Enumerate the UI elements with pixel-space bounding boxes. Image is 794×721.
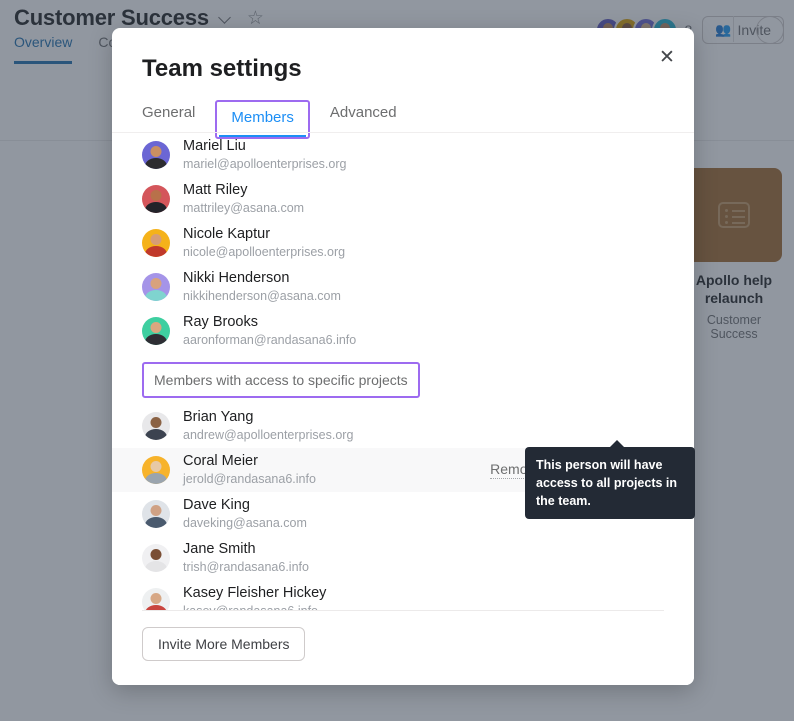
avatar [142, 229, 170, 257]
avatar-body [145, 202, 167, 213]
avatar-body [145, 473, 167, 484]
list-item[interactable]: Mariel Liu mariel@apolloenterprises.org [112, 133, 694, 177]
avatar-head [151, 549, 162, 560]
avatar-body [145, 517, 167, 528]
member-name: Nicole Kaptur [183, 225, 345, 243]
section-header-wrap: Members with access to specific projects [112, 362, 694, 398]
invite-more-members-button[interactable]: Invite More Members [142, 627, 305, 661]
list-item[interactable]: Matt Riley mattriley@asana.com [112, 177, 694, 221]
avatar [142, 141, 170, 169]
member-info: Brian Yang andrew@apolloenterprises.org [183, 408, 353, 444]
avatar [142, 456, 170, 484]
member-name: Matt Riley [183, 181, 304, 199]
list-item[interactable]: Nikki Henderson nikkihenderson@asana.com [112, 265, 694, 309]
member-email: aaronforman@randasana6.info [183, 332, 356, 349]
member-info: Nicole Kaptur nicole@apolloenterprises.o… [183, 225, 345, 261]
member-info: Ray Brooks aaronforman@randasana6.info [183, 313, 356, 349]
tooltip-grant-full-access: This person will have access to all proj… [525, 447, 695, 519]
avatar-head [151, 322, 162, 333]
member-email: daveking@asana.com [183, 515, 307, 532]
avatar [142, 317, 170, 345]
avatar-body [145, 561, 167, 572]
member-list: Mariel Liu mariel@apolloenterprises.org … [112, 133, 694, 652]
avatar [142, 544, 170, 572]
avatar-head [151, 234, 162, 245]
avatar-body [145, 429, 167, 440]
member-name: Nikki Henderson [183, 269, 341, 287]
avatar-body [145, 246, 167, 257]
avatar-head [151, 593, 162, 604]
avatar-head [151, 461, 162, 472]
member-email: andrew@apolloenterprises.org [183, 427, 353, 444]
member-info: Dave King daveking@asana.com [183, 496, 307, 532]
member-email: nicole@apolloenterprises.org [183, 244, 345, 261]
avatar-body [145, 334, 167, 345]
modal-title: Team settings [142, 55, 302, 83]
member-name: Jane Smith [183, 540, 309, 558]
avatar-head [151, 417, 162, 428]
member-email: mattriley@asana.com [183, 200, 304, 217]
member-email: mariel@apolloenterprises.org [183, 156, 346, 173]
member-name: Kasey Fleisher Hickey [183, 584, 326, 602]
avatar-head [151, 505, 162, 516]
member-email: jerold@randasana6.info [183, 471, 316, 488]
footer-divider [142, 610, 664, 611]
avatar-head [151, 278, 162, 289]
member-name: Brian Yang [183, 408, 353, 426]
member-name: Ray Brooks [183, 313, 356, 331]
list-item[interactable]: Ray Brooks aaronforman@randasana6.info [112, 309, 694, 353]
close-icon[interactable]: ✕ [654, 44, 680, 70]
list-item[interactable]: Nicole Kaptur nicole@apolloenterprises.o… [112, 221, 694, 265]
avatar [142, 185, 170, 213]
avatar-head [151, 190, 162, 201]
avatar [142, 412, 170, 440]
team-settings-modal: Team settings ✕ General Members Advanced… [112, 28, 694, 685]
member-info: Matt Riley mattriley@asana.com [183, 181, 304, 217]
member-info: Coral Meier jerold@randasana6.info [183, 452, 316, 488]
modal-footer: Invite More Members [112, 610, 694, 685]
avatar [142, 500, 170, 528]
avatar-body [145, 290, 167, 301]
member-name: Dave King [183, 496, 307, 514]
member-name: Mariel Liu [183, 137, 346, 155]
tab-general[interactable]: General [142, 100, 207, 130]
tab-advanced[interactable]: Advanced [318, 100, 409, 130]
list-item[interactable]: Jane Smith trish@randasana6.info [112, 536, 694, 580]
member-info: Jane Smith trish@randasana6.info [183, 540, 309, 576]
member-info: Nikki Henderson nikkihenderson@asana.com [183, 269, 341, 305]
section-header-members-with-project-access: Members with access to specific projects [142, 362, 420, 398]
member-email: trish@randasana6.info [183, 559, 309, 576]
member-info: Mariel Liu mariel@apolloenterprises.org [183, 137, 346, 173]
member-name: Coral Meier [183, 452, 316, 470]
avatar [142, 273, 170, 301]
avatar-head [151, 146, 162, 157]
member-email: nikkihenderson@asana.com [183, 288, 341, 305]
avatar-body [145, 158, 167, 169]
list-item[interactable]: Brian Yang andrew@apolloenterprises.org [112, 404, 694, 448]
